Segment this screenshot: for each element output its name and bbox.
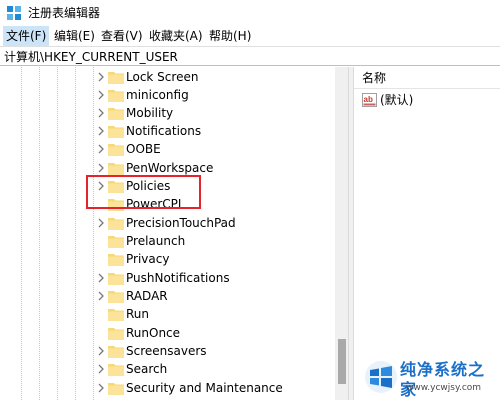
watermark-logo-icon: [365, 361, 397, 393]
scrollbar-thumb[interactable]: [338, 339, 346, 384]
chevron-right-icon[interactable]: [95, 125, 107, 137]
chevron-right-icon[interactable]: [95, 382, 107, 394]
tree-item-label: Lock Screen: [126, 70, 199, 84]
tree-item-prelaunch[interactable]: Prelaunch: [90, 232, 345, 250]
tree-guide-line: [57, 67, 58, 400]
folder-icon: [108, 90, 124, 102]
address-bar[interactable]: 计算机\HKEY_CURRENT_USER: [0, 46, 500, 66]
tree-guide-line: [39, 67, 40, 400]
folder-icon: [108, 218, 124, 230]
folder-icon: [108, 383, 124, 395]
tree-item-mobility[interactable]: Mobility: [90, 104, 345, 122]
folder-icon: [108, 126, 124, 138]
folder-icon: [108, 309, 124, 321]
watermark-url: www.ycwjsy.com: [406, 383, 482, 393]
tree-item-label: Prelaunch: [126, 234, 186, 248]
folder-icon: [108, 144, 124, 156]
tree-item-miniconfig[interactable]: miniconfig: [90, 86, 345, 104]
tree-scrollbar[interactable]: [335, 67, 348, 400]
tree-item-notifications[interactable]: Notifications: [90, 122, 345, 140]
menu-help[interactable]: 帮助(H): [206, 26, 254, 46]
key-tree[interactable]: Lock Screen miniconfig Mobility Notifica…: [0, 67, 348, 400]
column-header-name[interactable]: 名称: [354, 67, 500, 89]
value-name: (默认): [380, 93, 414, 107]
menu-edit[interactable]: 编辑(E): [51, 26, 98, 46]
folder-icon: [108, 364, 124, 376]
chevron-right-icon[interactable]: [95, 363, 107, 375]
tree-item-label: Screensavers: [126, 344, 207, 358]
tree-item-label: Mobility: [126, 106, 174, 120]
tree-item-radar[interactable]: RADAR: [90, 287, 345, 305]
folder-icon: [108, 108, 124, 120]
folder-icon: [108, 254, 124, 266]
tree-item-label: Search: [126, 362, 168, 376]
folder-icon: [108, 72, 124, 84]
tree-item-runonce[interactable]: RunOnce: [90, 324, 345, 342]
chevron-right-icon[interactable]: [95, 290, 107, 302]
folder-icon: [108, 273, 124, 285]
tree-item-precisiontouchpad[interactable]: PrecisionTouchPad: [90, 214, 345, 232]
chevron-right-icon[interactable]: [95, 345, 107, 357]
tree-item-label: Notifications: [126, 124, 202, 138]
chevron-right-icon[interactable]: [95, 143, 107, 155]
regedit-icon: [7, 6, 21, 20]
menu-bar: 文件(F) 编辑(E) 查看(V) 收藏夹(A) 帮助(H): [0, 26, 500, 46]
watermark: 纯净系统之家 www.ycwjsy.com: [360, 356, 500, 400]
tree-item-run[interactable]: Run: [90, 305, 345, 323]
tree-item-label: PushNotifications: [126, 271, 230, 285]
tree-item-privacy[interactable]: Privacy: [90, 250, 345, 268]
svg-text:ab: ab: [364, 95, 373, 104]
chevron-right-icon[interactable]: [95, 107, 107, 119]
values-pane[interactable]: 名称 ab (默认): [354, 67, 500, 400]
tree-item-label: PrecisionTouchPad: [126, 216, 236, 230]
string-value-icon: ab: [362, 93, 377, 107]
tree-item-label: miniconfig: [126, 88, 189, 102]
tree-item-security-and-maintenance[interactable]: Security and Maintenance: [90, 379, 345, 397]
chevron-right-icon[interactable]: [95, 89, 107, 101]
menu-favorites[interactable]: 收藏夹(A): [146, 26, 206, 46]
tree-item-search[interactable]: Search: [90, 360, 345, 378]
column-header-label: 名称: [362, 71, 387, 85]
tree-item-label: Run: [126, 307, 150, 321]
tree-item-oobe[interactable]: OOBE: [90, 140, 345, 158]
folder-icon: [108, 236, 124, 248]
tree-item-label: RADAR: [126, 289, 168, 303]
folder-icon: [108, 346, 124, 358]
menu-view[interactable]: 查看(V): [98, 26, 146, 46]
chevron-right-icon[interactable]: [95, 217, 107, 229]
menu-file[interactable]: 文件(F): [3, 26, 50, 46]
tree-guide-line: [75, 67, 76, 400]
tree-item-screensavers[interactable]: Screensavers: [90, 342, 345, 360]
watermark-title: 纯净系统之家: [400, 360, 486, 399]
window-title: 注册表编辑器: [28, 6, 101, 20]
folder-icon: [108, 163, 124, 175]
tree-guide-line: [21, 67, 22, 400]
tree-item-label: Security and Maintenance: [126, 381, 283, 395]
chevron-right-icon[interactable]: [95, 71, 107, 83]
policies-highlight-box: [86, 175, 201, 209]
address-path: 计算机\HKEY_CURRENT_USER: [4, 50, 178, 64]
tree-item-label: OOBE: [126, 142, 161, 156]
tree-item-label: RunOnce: [126, 326, 181, 340]
chevron-right-icon[interactable]: [95, 272, 107, 284]
folder-icon: [108, 291, 124, 303]
chevron-right-icon[interactable]: [95, 162, 107, 174]
tree-item-lock-screen[interactable]: Lock Screen: [90, 68, 345, 86]
value-row-default[interactable]: ab (默认): [354, 91, 500, 109]
title-bar: 注册表编辑器: [0, 0, 500, 26]
folder-icon: [108, 328, 124, 340]
tree-item-pushnotifications[interactable]: PushNotifications: [90, 269, 345, 287]
tree-item-label: Privacy: [126, 252, 170, 266]
